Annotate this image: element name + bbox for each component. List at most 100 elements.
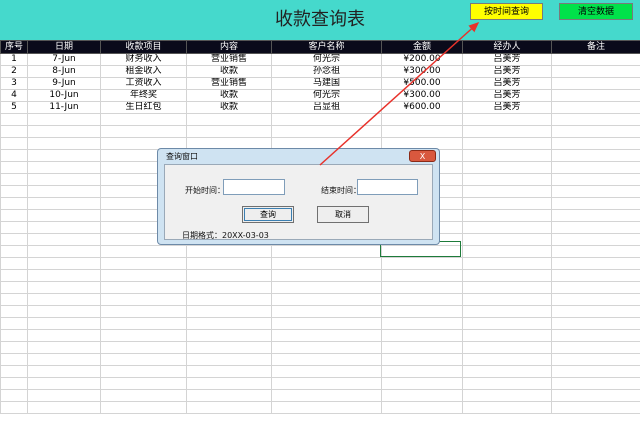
header-cell[interactable]: 序号 [0, 40, 28, 54]
table-cell[interactable] [551, 197, 640, 210]
table-cell[interactable] [27, 377, 101, 390]
table-cell[interactable]: 工资收入 [100, 77, 187, 90]
table-cell[interactable] [186, 329, 272, 342]
table-cell[interactable] [186, 365, 272, 378]
header-cell[interactable]: 备注 [551, 40, 640, 54]
table-cell[interactable] [551, 137, 640, 150]
header-cell[interactable]: 金额 [381, 40, 463, 54]
table-cell[interactable] [100, 341, 187, 354]
table-cell[interactable] [27, 197, 101, 210]
table-cell[interactable] [462, 197, 552, 210]
table-cell[interactable] [551, 353, 640, 366]
table-cell[interactable] [0, 113, 28, 126]
table-cell[interactable] [27, 341, 101, 354]
table-cell[interactable] [27, 401, 101, 414]
table-cell[interactable] [0, 377, 28, 390]
table-cell[interactable] [271, 389, 382, 402]
table-cell[interactable] [186, 389, 272, 402]
table-cell[interactable]: 吕美芳 [462, 65, 552, 78]
table-cell[interactable] [381, 125, 463, 138]
table-cell[interactable] [186, 257, 272, 270]
table-cell[interactable] [186, 341, 272, 354]
table-cell[interactable]: 营业销售 [186, 77, 272, 90]
table-cell[interactable] [271, 293, 382, 306]
table-cell[interactable] [27, 209, 101, 222]
table-cell[interactable] [462, 173, 552, 186]
table-cell[interactable] [462, 257, 552, 270]
table-cell[interactable] [381, 329, 463, 342]
table-cell[interactable]: ¥200.00 [381, 53, 463, 66]
table-cell[interactable] [381, 341, 463, 354]
table-cell[interactable] [100, 125, 187, 138]
header-cell[interactable]: 经办人 [462, 40, 552, 54]
table-cell[interactable] [0, 341, 28, 354]
table-cell[interactable] [27, 161, 101, 174]
table-cell[interactable]: 1 [0, 53, 28, 66]
query-by-time-button[interactable]: 按时间查询 [470, 3, 543, 20]
table-cell[interactable] [271, 341, 382, 354]
table-cell[interactable] [0, 365, 28, 378]
table-cell[interactable] [27, 137, 101, 150]
table-cell[interactable] [551, 101, 640, 114]
table-cell[interactable] [381, 377, 463, 390]
table-cell[interactable] [381, 257, 463, 270]
table-cell[interactable] [27, 221, 101, 234]
table-cell[interactable] [462, 365, 552, 378]
table-cell[interactable] [551, 113, 640, 126]
table-cell[interactable] [551, 341, 640, 354]
table-cell[interactable] [462, 185, 552, 198]
table-cell[interactable] [100, 329, 187, 342]
table-cell[interactable] [551, 389, 640, 402]
table-cell[interactable] [381, 365, 463, 378]
table-cell[interactable] [381, 293, 463, 306]
start-time-input[interactable] [223, 179, 285, 195]
table-cell[interactable] [100, 377, 187, 390]
table-cell[interactable] [0, 209, 28, 222]
table-cell[interactable] [551, 209, 640, 222]
table-cell[interactable] [0, 389, 28, 402]
table-cell[interactable] [271, 281, 382, 294]
table-cell[interactable] [0, 221, 28, 234]
table-cell[interactable] [186, 305, 272, 318]
table-cell[interactable] [462, 317, 552, 330]
table-cell[interactable] [271, 353, 382, 366]
table-cell[interactable] [0, 329, 28, 342]
table-cell[interactable] [462, 149, 552, 162]
table-cell[interactable]: 8-Jun [27, 65, 101, 78]
table-cell[interactable] [0, 245, 28, 258]
table-cell[interactable] [462, 377, 552, 390]
table-cell[interactable] [381, 269, 463, 282]
table-cell[interactable] [0, 317, 28, 330]
table-cell[interactable] [0, 293, 28, 306]
table-cell[interactable] [462, 329, 552, 342]
table-cell[interactable]: ¥300.00 [381, 89, 463, 102]
table-cell[interactable] [462, 401, 552, 414]
table-cell[interactable] [551, 317, 640, 330]
table-cell[interactable]: 3 [0, 77, 28, 90]
table-cell[interactable] [462, 245, 552, 258]
table-cell[interactable]: 吕美芳 [462, 89, 552, 102]
table-cell[interactable] [551, 257, 640, 270]
table-cell[interactable] [551, 401, 640, 414]
table-cell[interactable]: 吕显祖 [271, 101, 382, 114]
table-cell[interactable] [27, 233, 101, 246]
table-cell[interactable] [551, 65, 640, 78]
table-cell[interactable] [0, 185, 28, 198]
table-cell[interactable] [271, 317, 382, 330]
table-cell[interactable]: ¥300.00 [381, 65, 463, 78]
table-cell[interactable] [551, 161, 640, 174]
table-cell[interactable]: 吕美芳 [462, 101, 552, 114]
table-cell[interactable]: 财务收入 [100, 53, 187, 66]
table-cell[interactable] [551, 185, 640, 198]
table-cell[interactable] [27, 185, 101, 198]
table-cell[interactable] [551, 377, 640, 390]
table-cell[interactable] [0, 125, 28, 138]
header-cell[interactable]: 日期 [27, 40, 101, 54]
table-cell[interactable] [27, 353, 101, 366]
table-cell[interactable] [551, 221, 640, 234]
table-cell[interactable] [271, 329, 382, 342]
table-cell[interactable] [551, 173, 640, 186]
table-cell[interactable] [186, 401, 272, 414]
table-cell[interactable] [0, 281, 28, 294]
table-cell[interactable] [381, 113, 463, 126]
